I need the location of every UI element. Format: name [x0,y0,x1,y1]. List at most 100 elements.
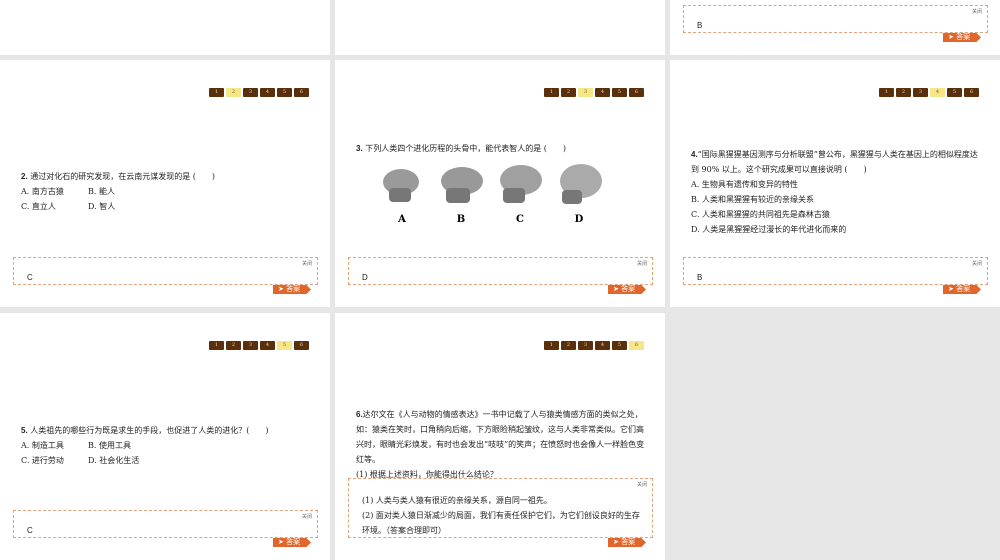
question: 5. 人类祖先的哪些行为既是求生的手段，也促进了人类的进化？( ) A. 制造工… [21,423,268,468]
nav-2[interactable]: 2 [561,341,576,350]
option-a: A. 制造工具 [21,441,64,450]
answer-text: B [697,273,703,282]
question-text: 通过对化石的研究发现，在云南元谋发现的是 ( ) [30,172,216,181]
nav-5[interactable]: 5 [277,341,292,350]
nav-4[interactable]: 4 [595,88,610,97]
answer-box: 关闭 D [348,257,653,285]
nav-3[interactable]: 3 [578,341,593,350]
answer-button[interactable]: ➤ 答案 [273,285,311,294]
page-nav: 123456 [209,88,309,97]
question-text: 下列人类四个进化历程的头骨中，能代表智人的是 ( ) [365,144,567,153]
option-b: B. 能人 [88,187,115,196]
nav-1[interactable]: 1 [209,341,224,350]
page-nav: 123456 [544,341,644,350]
answer-button[interactable]: ➤ 答案 [608,285,646,294]
question-text: 达尔文在《人与动物的情感表达》一书中记载了人与猿类情感方面的类似之处，如：猿类在… [356,410,645,464]
nav-1[interactable]: 1 [544,341,559,350]
answer-text: B [697,21,703,30]
option-b: B. 人类和黑猩猩有较近的亲缘关系 [691,195,814,204]
skull-b: B [438,164,484,225]
nav-5[interactable]: 5 [612,88,627,97]
slide-q5: 123456 5. 人类祖先的哪些行为既是求生的手段，也促进了人类的进化？( )… [0,313,330,560]
question-number: 2. [21,172,28,181]
skull-c: C [497,164,543,225]
close-button[interactable]: 关闭 [972,8,982,15]
question-text: “国际黑猩猩基因测序与分析联盟”曾公布，黑猩猩与人类在基因上的相似程度达到 90… [691,150,978,174]
slide-q4: 123456 4.“国际黑猩猩基因测序与分析联盟”曾公布，黑猩猩与人类在基因上的… [670,60,1000,307]
slide-q6: 123456 6.达尔文在《人与动物的情感表达》一书中记载了人与猿类情感方面的类… [335,313,665,560]
nav-6[interactable]: 6 [629,341,644,350]
close-button[interactable]: 关闭 [302,260,312,267]
option-c: C. 人类和黑猩猩的共同祖先是森林古猿 [691,210,830,219]
question-number: 3. [356,144,363,153]
nav-3[interactable]: 3 [913,88,928,97]
answer-box: 关闭 C [13,510,318,538]
slide-partial-1 [0,0,330,55]
question: 4.“国际黑猩猩基因测序与分析联盟”曾公布，黑猩猩与人类在基因上的相似程度达到 … [691,147,981,237]
close-button[interactable]: 关闭 [637,481,647,488]
option-c: C. 进行劳动 [21,456,64,465]
nav-5[interactable]: 5 [612,341,627,350]
question: 3. 下列人类四个进化历程的头骨中，能代表智人的是 ( ) [356,141,566,156]
answer-box: 关闭 B [683,5,988,33]
question-number: 5. [21,426,28,435]
nav-1[interactable]: 1 [879,88,894,97]
option-a: A. 南方古猿 [21,187,64,196]
answer-text: C [27,273,33,282]
nav-4[interactable]: 4 [260,341,275,350]
nav-3[interactable]: 3 [578,88,593,97]
nav-6[interactable]: 6 [964,88,979,97]
nav-5[interactable]: 5 [947,88,962,97]
nav-1[interactable]: 1 [209,88,224,97]
answer-button[interactable]: ➤ 答案 [608,538,646,547]
page-nav: 123456 [879,88,979,97]
slide-q2: 123456 2. 通过对化石的研究发现，在云南元谋发现的是 ( ) A. 南方… [0,60,330,307]
answer-button-label: 答案 [286,538,301,546]
answer-button-label: 答案 [956,285,971,293]
answer-line-2: (2) 面对类人猿日渐减少的局面，我们有责任保护它们，为它们创设良好的生存环境。… [362,511,640,535]
answer-line-1: (1) 人类与类人猿有很近的亲缘关系，源自同一祖先。 [362,496,552,505]
close-button[interactable]: 关闭 [302,513,312,520]
slide-q3: 123456 3. 下列人类四个进化历程的头骨中，能代表智人的是 ( ) A B… [335,60,665,307]
nav-4[interactable]: 4 [595,341,610,350]
skull-label: C [516,214,524,225]
answer-button[interactable]: ➤ 答案 [273,538,311,547]
close-button[interactable]: 关闭 [637,260,647,267]
skull-label: D [574,214,584,225]
answer-box: 关闭 B [683,257,988,285]
answer-text: C [27,526,33,535]
nav-3[interactable]: 3 [243,88,258,97]
nav-2[interactable]: 2 [226,341,241,350]
option-b: B. 使用工具 [88,441,131,450]
nav-4[interactable]: 4 [930,88,945,97]
nav-2[interactable]: 2 [896,88,911,97]
answer-box: 关闭 (1) 人类与类人猿有很近的亲缘关系，源自同一祖先。 (2) 面对类人猿日… [348,478,653,538]
answer-button[interactable]: ➤ 答案 [943,285,981,294]
option-a: A. 生物具有遗传和变异的特性 [691,180,798,189]
nav-5[interactable]: 5 [277,88,292,97]
page-nav: 123456 [544,88,644,97]
question-number: 4. [691,150,698,159]
answer-text: D [362,273,368,282]
answer-button[interactable]: ➤ 答案 [943,33,981,42]
answer-button-label: 答案 [621,285,636,293]
question: 6.达尔文在《人与动物的情感表达》一书中记载了人与猿类情感方面的类似之处，如：猿… [356,407,646,482]
skull-label: A [398,214,406,225]
nav-6[interactable]: 6 [629,88,644,97]
skull-a: A [379,164,425,225]
nav-2[interactable]: 2 [226,88,241,97]
option-d: D. 社会化生活 [88,456,140,465]
nav-6[interactable]: 6 [294,341,309,350]
nav-1[interactable]: 1 [544,88,559,97]
answer-button-label: 答案 [286,285,301,293]
slide-partial-3: 关闭 B ➤ 答案 [670,0,1000,55]
nav-6[interactable]: 6 [294,88,309,97]
skull-images: A B C D [379,164,602,225]
question-number: 6. [356,410,363,419]
answer-box: 关闭 C [13,257,318,285]
close-button[interactable]: 关闭 [972,260,982,267]
answer-button-label: 答案 [956,33,971,41]
nav-4[interactable]: 4 [260,88,275,97]
nav-3[interactable]: 3 [243,341,258,350]
nav-2[interactable]: 2 [561,88,576,97]
